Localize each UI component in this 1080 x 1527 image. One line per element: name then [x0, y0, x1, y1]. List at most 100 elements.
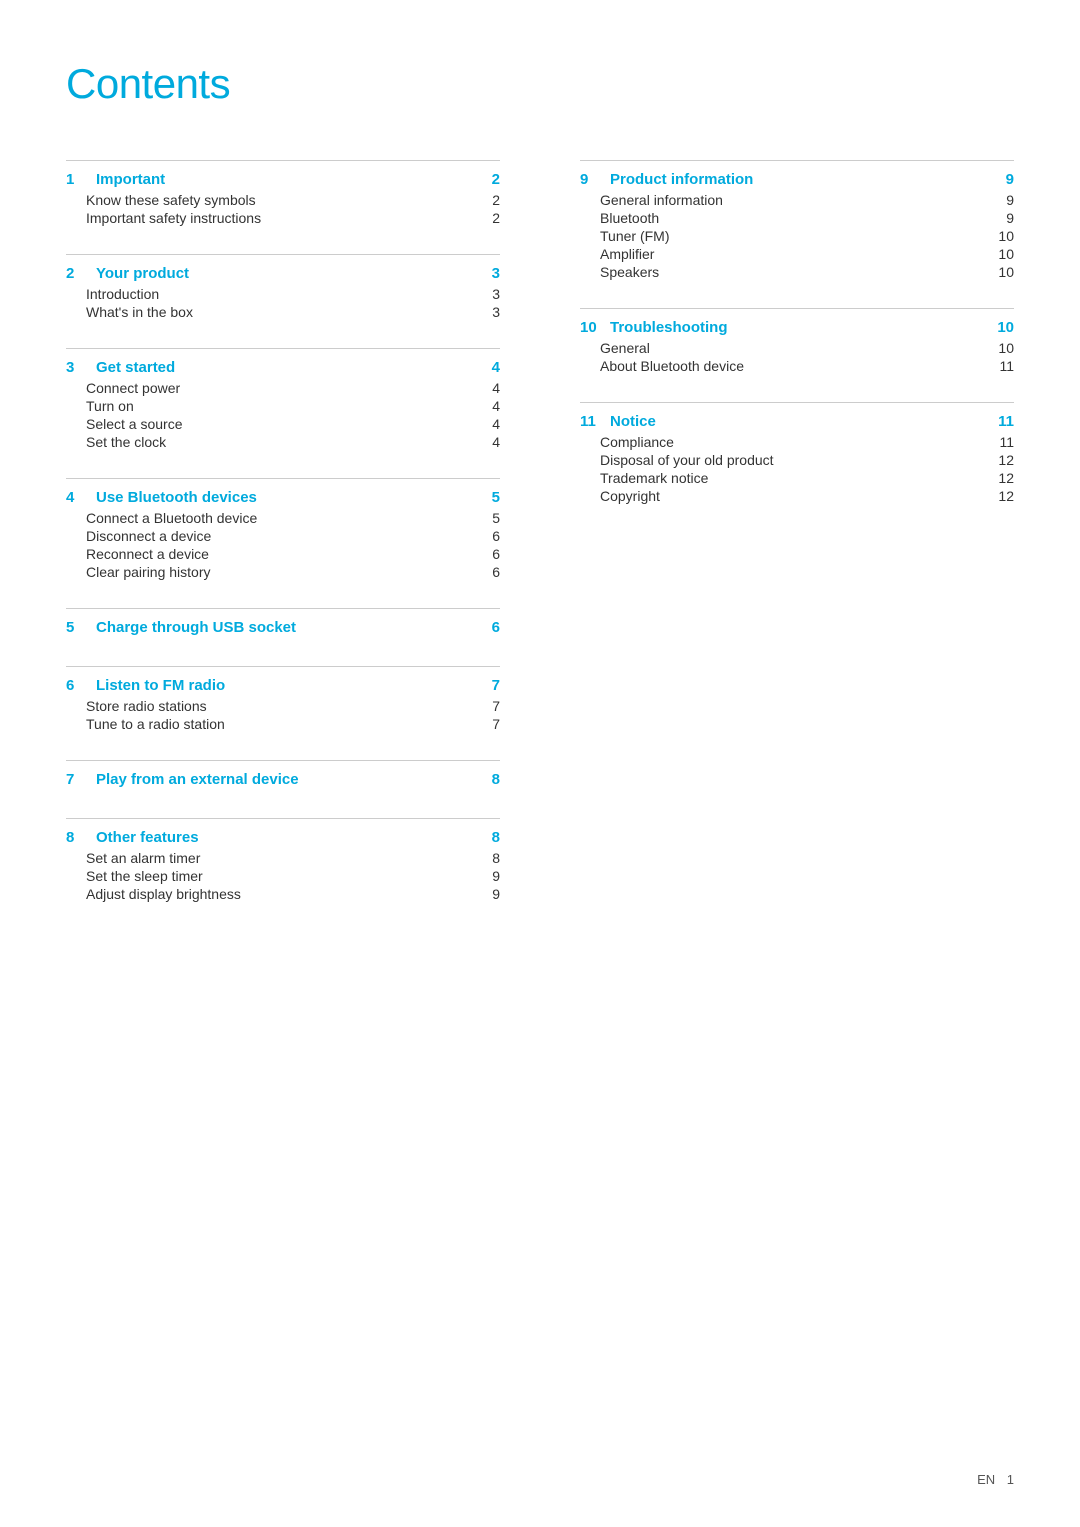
toc-num-5: 5	[66, 619, 86, 636]
toc-item-label: Disconnect a device	[86, 528, 211, 544]
toc-item: Set the clock 4	[66, 434, 500, 450]
toc-section-5: 5 Charge through USB socket6	[66, 608, 500, 654]
toc-section-10: 10Troubleshooting10General10About Blueto…	[580, 308, 1014, 390]
toc-item: Disconnect a device 6	[66, 528, 500, 544]
toc-item-page: 12	[998, 452, 1014, 468]
toc-item-label: Connect a Bluetooth device	[86, 510, 257, 526]
toc-num-4: 4	[66, 489, 86, 506]
toc-item: Tuner (FM) 10	[580, 228, 1014, 244]
toc-item: Trademark notice 12	[580, 470, 1014, 486]
toc-item: Compliance11	[580, 434, 1014, 450]
toc-section-2: 2Your product3Introduction3What's in the…	[66, 254, 500, 336]
toc-item-label: About Bluetooth device	[600, 358, 744, 374]
toc-heading-page-5: 6	[492, 619, 500, 636]
toc-heading-row-6: 6Listen to FM radio7	[66, 677, 500, 694]
toc-heading-page-3: 4	[492, 359, 500, 376]
toc-item-label: Bluetooth	[600, 210, 659, 226]
toc-item: General information 9	[580, 192, 1014, 208]
toc-heading-label-8: Other features	[96, 829, 492, 846]
toc-item-page: 12	[998, 470, 1014, 486]
toc-section-1: 1Important2 Know these safety symbols2 Imp…	[66, 160, 500, 242]
toc-item-label: General information	[600, 192, 723, 208]
toc-item-page: 4	[492, 434, 500, 450]
toc-num-10: 10	[580, 319, 600, 336]
toc-num-7: 7	[66, 771, 86, 788]
toc-heading-label-11: Notice	[610, 413, 998, 430]
toc-item: Speakers10	[580, 264, 1014, 280]
toc-item: Set the sleep timer9	[66, 868, 500, 884]
footer: EN 1	[977, 1472, 1014, 1487]
toc-section-3: 3Get started4Connect power4Turn on4Selec…	[66, 348, 500, 466]
toc-item-label: Clear pairing history	[86, 564, 211, 580]
toc-num-3: 3	[66, 359, 86, 376]
toc-section-8: 8Other features8Set an alarm timer8Set t…	[66, 818, 500, 918]
toc-item-label: Store radio stations	[86, 698, 207, 714]
toc-item-page: 9	[1006, 192, 1014, 208]
toc-heading-page-6: 7	[492, 677, 500, 694]
toc-num-2: 2	[66, 265, 86, 282]
toc-item-page: 10	[998, 228, 1014, 244]
toc-heading-row-5: 5 Charge through USB socket6	[66, 619, 500, 636]
toc-item-page: 10	[998, 246, 1014, 262]
toc-item-label: Adjust display brightness	[86, 886, 241, 902]
toc-item-page: 3	[492, 304, 500, 320]
toc-item-label: Set an alarm timer	[86, 850, 200, 866]
toc-item: Select a source4	[66, 416, 500, 432]
toc-item-label: Amplifier	[600, 246, 654, 262]
toc-item-label: General	[600, 340, 650, 356]
toc-item: Amplifier 10	[580, 246, 1014, 262]
toc-heading-label-10: Troubleshooting	[610, 319, 997, 336]
toc-item-page: 12	[998, 488, 1014, 504]
toc-heading-label-2: Your product	[96, 265, 492, 282]
toc-item-page: 4	[492, 416, 500, 432]
toc-item: Set an alarm timer 8	[66, 850, 500, 866]
toc-item: About Bluetooth device11	[580, 358, 1014, 374]
toc-num-9: 9	[580, 171, 600, 188]
toc-heading-page-1: 2	[492, 171, 500, 188]
toc-heading-row-2: 2 Your product3	[66, 265, 500, 282]
page-title: Contents	[66, 60, 1014, 108]
toc-item-page: 8	[492, 850, 500, 866]
toc-item-label: Disposal of your old product	[600, 452, 774, 468]
toc-heading-row-1: 1Important2	[66, 171, 500, 188]
toc-heading-row-7: 7Play from an external device8	[66, 771, 500, 788]
toc-item-page: 3	[492, 286, 500, 302]
toc-item-label: What's in the box	[86, 304, 193, 320]
toc-item-label: Compliance	[600, 434, 674, 450]
right-column: 9Product information9General information…	[540, 148, 1014, 924]
toc-item-page: 7	[492, 716, 500, 732]
toc-heading-page-10: 10	[997, 319, 1014, 336]
toc-section-9: 9Product information9General information…	[580, 160, 1014, 296]
left-column: 1Important2 Know these safety symbols2 Imp…	[66, 148, 540, 924]
footer-language: EN	[977, 1472, 995, 1487]
toc-heading-page-8: 8	[492, 829, 500, 846]
toc-heading-row-8: 8Other features8	[66, 829, 500, 846]
toc-item-page: 2	[492, 210, 500, 226]
toc-item-label: Reconnect a device	[86, 546, 209, 562]
toc-item: Know these safety symbols2	[66, 192, 500, 208]
toc-section-7: 7Play from an external device8	[66, 760, 500, 806]
toc-item-label: Set the clock	[86, 434, 166, 450]
toc-item-label: Introduction	[86, 286, 159, 302]
toc-section-4: 4Use Bluetooth devices5Connect a Bluetoo…	[66, 478, 500, 596]
toc-item-label: Important safety instructions	[86, 210, 261, 226]
toc-item: Connect power4	[66, 380, 500, 396]
toc-item: Store radio stations7	[66, 698, 500, 714]
toc-item-page: 2	[492, 192, 500, 208]
toc-heading-page-11: 11	[998, 413, 1014, 430]
toc-item-label: Turn on	[86, 398, 134, 414]
toc-item-label: Trademark notice	[600, 470, 708, 486]
toc-item-page: 5	[492, 510, 500, 526]
toc-heading-page-2: 3	[492, 265, 500, 282]
toc-item: Important safety instructions 2	[66, 210, 500, 226]
toc-heading-row-10: 10Troubleshooting10	[580, 319, 1014, 336]
toc-heading-label-6: Listen to FM radio	[96, 677, 492, 694]
toc-item-page: 9	[492, 868, 500, 884]
toc-item-page: 9	[492, 886, 500, 902]
toc-heading-label-5: Charge through USB socket	[96, 619, 492, 636]
toc-item-label: Tuner (FM)	[600, 228, 669, 244]
toc-item-page: 6	[492, 528, 500, 544]
toc-section-6: 6Listen to FM radio7 Store radio stations…	[66, 666, 500, 748]
toc-item-page: 4	[492, 398, 500, 414]
toc-num-8: 8	[66, 829, 86, 846]
